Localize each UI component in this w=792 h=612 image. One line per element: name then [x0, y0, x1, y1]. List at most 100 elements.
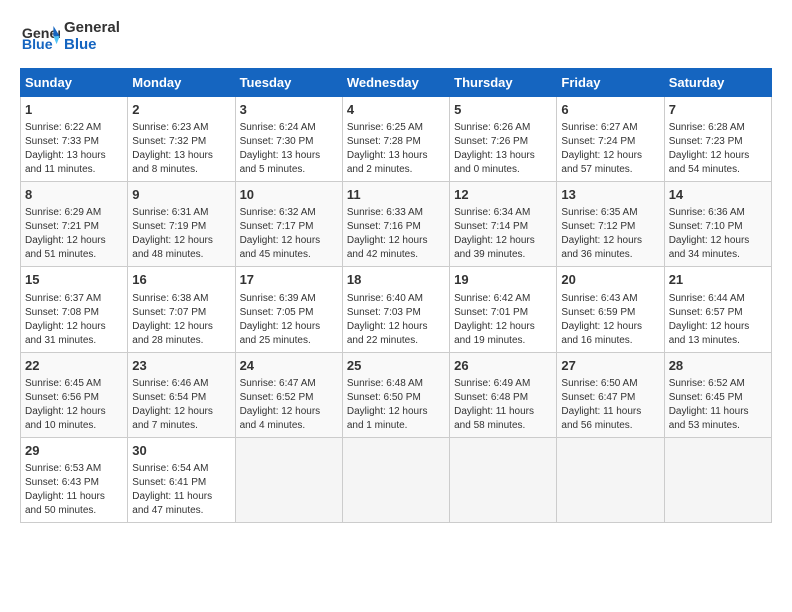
- logo: General Blue General Blue: [20, 20, 120, 53]
- day-info: Sunrise: 6:27 AM Sunset: 7:24 PM Dayligh…: [561, 121, 659, 177]
- day-number: 21: [669, 271, 767, 289]
- calendar-cell: 8 Sunrise: 6:29 AM Sunset: 7:21 PM Daylig…: [21, 182, 128, 267]
- day-number: 4: [347, 101, 445, 119]
- calendar-cell: 16 Sunrise: 6:38 AM Sunset: 7:07 PM Dayli…: [128, 267, 235, 352]
- day-info: Sunrise: 6:36 AM Sunset: 7:10 PM Dayligh…: [669, 206, 767, 262]
- day-number: 20: [561, 271, 659, 289]
- calendar-cell: [342, 437, 449, 522]
- calendar-cell: 23 Sunrise: 6:46 AM Sunset: 6:54 PM Dayli…: [128, 352, 235, 437]
- calendar-cell: [557, 437, 664, 522]
- day-number: 18: [347, 271, 445, 289]
- day-info: Sunrise: 6:33 AM Sunset: 7:16 PM Dayligh…: [347, 206, 445, 262]
- day-info: Sunrise: 6:47 AM Sunset: 6:52 PM Dayligh…: [240, 377, 338, 433]
- day-number: 7: [669, 101, 767, 119]
- day-info: Sunrise: 6:44 AM Sunset: 6:57 PM Dayligh…: [669, 292, 767, 348]
- day-number: 26: [454, 357, 552, 375]
- day-number: 27: [561, 357, 659, 375]
- logo-icon: General Blue: [20, 22, 60, 52]
- day-info: Sunrise: 6:29 AM Sunset: 7:21 PM Dayligh…: [25, 206, 123, 262]
- calendar-cell: 30 Sunrise: 6:54 AM Sunset: 6:41 PM Dayli…: [128, 437, 235, 522]
- day-header-saturday: Saturday: [664, 69, 771, 97]
- day-info: Sunrise: 6:49 AM Sunset: 6:48 PM Dayligh…: [454, 377, 552, 433]
- day-info: Sunrise: 6:32 AM Sunset: 7:17 PM Dayligh…: [240, 206, 338, 262]
- day-info: Sunrise: 6:25 AM Sunset: 7:28 PM Dayligh…: [347, 121, 445, 177]
- calendar-cell: 24 Sunrise: 6:47 AM Sunset: 6:52 PM Dayli…: [235, 352, 342, 437]
- day-info: Sunrise: 6:38 AM Sunset: 7:07 PM Dayligh…: [132, 292, 230, 348]
- day-info: Sunrise: 6:45 AM Sunset: 6:56 PM Dayligh…: [25, 377, 123, 433]
- day-header-tuesday: Tuesday: [235, 69, 342, 97]
- calendar-cell: 18 Sunrise: 6:40 AM Sunset: 7:03 PM Dayli…: [342, 267, 449, 352]
- calendar-table: SundayMondayTuesdayWednesdayThursdayFrid…: [20, 68, 772, 523]
- day-number: 25: [347, 357, 445, 375]
- day-info: Sunrise: 6:31 AM Sunset: 7:19 PM Dayligh…: [132, 206, 230, 262]
- day-number: 23: [132, 357, 230, 375]
- day-header-wednesday: Wednesday: [342, 69, 449, 97]
- calendar-cell: 25Sunrise: 6:48 AM Sunset: 6:50 PM Dayli…: [342, 352, 449, 437]
- page-header: General Blue General Blue: [20, 20, 772, 53]
- calendar-cell: 7 Sunrise: 6:28 AM Sunset: 7:23 PM Daylig…: [664, 97, 771, 182]
- calendar-cell: 22 Sunrise: 6:45 AM Sunset: 6:56 PM Dayli…: [21, 352, 128, 437]
- calendar-cell: 3Sunrise: 6:24 AM Sunset: 7:30 PM Daylig…: [235, 97, 342, 182]
- day-number: 16: [132, 271, 230, 289]
- day-header-friday: Friday: [557, 69, 664, 97]
- calendar-cell: 21 Sunrise: 6:44 AM Sunset: 6:57 PM Dayli…: [664, 267, 771, 352]
- calendar-cell: 2Sunrise: 6:23 AM Sunset: 7:32 PM Daylig…: [128, 97, 235, 182]
- calendar-cell: 1Sunrise: 6:22 AM Sunset: 7:33 PM Daylig…: [21, 97, 128, 182]
- calendar-cell: [450, 437, 557, 522]
- day-number: 5: [454, 101, 552, 119]
- day-number: 24: [240, 357, 338, 375]
- day-info: Sunrise: 6:34 AM Sunset: 7:14 PM Dayligh…: [454, 206, 552, 262]
- day-number: 10: [240, 186, 338, 204]
- day-info: Sunrise: 6:39 AM Sunset: 7:05 PM Dayligh…: [240, 292, 338, 348]
- day-info: Sunrise: 6:46 AM Sunset: 6:54 PM Dayligh…: [132, 377, 230, 433]
- day-number: 30: [132, 442, 230, 460]
- calendar-cell: 27 Sunrise: 6:50 AM Sunset: 6:47 PM Dayli…: [557, 352, 664, 437]
- day-number: 3: [240, 101, 338, 119]
- day-info: Sunrise: 6:50 AM Sunset: 6:47 PM Dayligh…: [561, 377, 659, 433]
- calendar-cell: 17Sunrise: 6:39 AM Sunset: 7:05 PM Dayli…: [235, 267, 342, 352]
- day-info: Sunrise: 6:28 AM Sunset: 7:23 PM Dayligh…: [669, 121, 767, 177]
- calendar-cell: 10 Sunrise: 6:32 AM Sunset: 7:17 PM Dayli…: [235, 182, 342, 267]
- day-number: 29: [25, 442, 123, 460]
- day-header-thursday: Thursday: [450, 69, 557, 97]
- calendar-cell: 19 Sunrise: 6:42 AM Sunset: 7:01 PM Dayli…: [450, 267, 557, 352]
- calendar-cell: 11Sunrise: 6:33 AM Sunset: 7:16 PM Dayli…: [342, 182, 449, 267]
- day-number: 9: [132, 186, 230, 204]
- day-info: Sunrise: 6:40 AM Sunset: 7:03 PM Dayligh…: [347, 292, 445, 348]
- calendar-cell: [235, 437, 342, 522]
- calendar-cell: [664, 437, 771, 522]
- calendar-cell: 28 Sunrise: 6:52 AM Sunset: 6:45 PM Dayli…: [664, 352, 771, 437]
- day-number: 12: [454, 186, 552, 204]
- calendar-cell: 9 Sunrise: 6:31 AM Sunset: 7:19 PM Daylig…: [128, 182, 235, 267]
- day-number: 19: [454, 271, 552, 289]
- calendar-header-row: SundayMondayTuesdayWednesdayThursdayFrid…: [21, 69, 772, 97]
- calendar-week-2: 8 Sunrise: 6:29 AM Sunset: 7:21 PM Daylig…: [21, 182, 772, 267]
- calendar-cell: 12 Sunrise: 6:34 AM Sunset: 7:14 PM Dayli…: [450, 182, 557, 267]
- calendar-cell: 13Sunrise: 6:35 AM Sunset: 7:12 PM Dayli…: [557, 182, 664, 267]
- day-info: Sunrise: 6:42 AM Sunset: 7:01 PM Dayligh…: [454, 292, 552, 348]
- calendar-cell: 29Sunrise: 6:53 AM Sunset: 6:43 PM Dayli…: [21, 437, 128, 522]
- day-info: Sunrise: 6:54 AM Sunset: 6:41 PM Dayligh…: [132, 462, 230, 518]
- day-header-sunday: Sunday: [21, 69, 128, 97]
- day-number: 1: [25, 101, 123, 119]
- calendar-week-5: 29Sunrise: 6:53 AM Sunset: 6:43 PM Dayli…: [21, 437, 772, 522]
- day-info: Sunrise: 6:43 AM Sunset: 6:59 PM Dayligh…: [561, 292, 659, 348]
- logo-general: General: [64, 20, 120, 37]
- day-info: Sunrise: 6:37 AM Sunset: 7:08 PM Dayligh…: [25, 292, 123, 348]
- day-number: 6: [561, 101, 659, 119]
- calendar-cell: 14 Sunrise: 6:36 AM Sunset: 7:10 PM Dayli…: [664, 182, 771, 267]
- day-info: Sunrise: 6:52 AM Sunset: 6:45 PM Dayligh…: [669, 377, 767, 433]
- day-number: 22: [25, 357, 123, 375]
- day-info: Sunrise: 6:23 AM Sunset: 7:32 PM Dayligh…: [132, 121, 230, 177]
- calendar-cell: 26 Sunrise: 6:49 AM Sunset: 6:48 PM Dayli…: [450, 352, 557, 437]
- day-number: 8: [25, 186, 123, 204]
- calendar-cell: 4 Sunrise: 6:25 AM Sunset: 7:28 PM Daylig…: [342, 97, 449, 182]
- day-info: Sunrise: 6:26 AM Sunset: 7:26 PM Dayligh…: [454, 121, 552, 177]
- calendar-cell: 5 Sunrise: 6:26 AM Sunset: 7:26 PM Daylig…: [450, 97, 557, 182]
- calendar-week-4: 22 Sunrise: 6:45 AM Sunset: 6:56 PM Dayli…: [21, 352, 772, 437]
- day-number: 28: [669, 357, 767, 375]
- calendar-week-1: 1Sunrise: 6:22 AM Sunset: 7:33 PM Daylig…: [21, 97, 772, 182]
- day-number: 13: [561, 186, 659, 204]
- day-header-monday: Monday: [128, 69, 235, 97]
- day-number: 14: [669, 186, 767, 204]
